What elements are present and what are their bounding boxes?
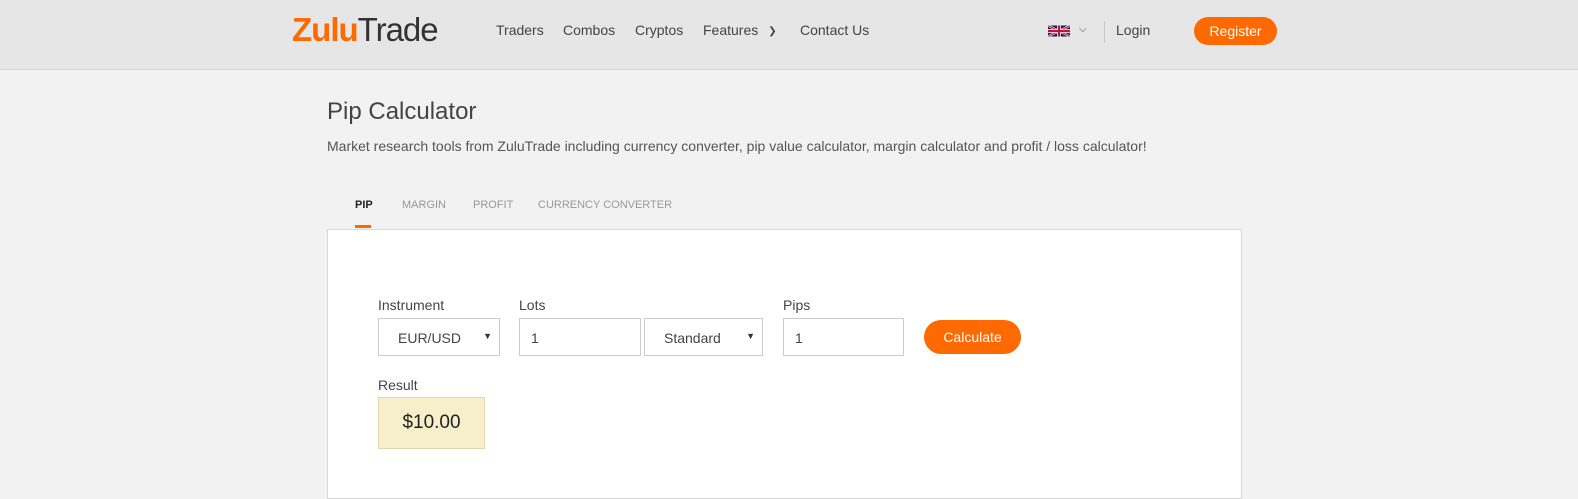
chevron-down-icon: ❯ [768,26,777,37]
lots-label: Lots [519,297,546,313]
lots-value: 1 [531,330,539,346]
logo-trade: Trade [357,11,439,48]
nav-combos[interactable]: Combos [563,22,615,42]
tab-pip[interactable]: PIP [355,199,373,211]
logo-zulu: Zulu [292,11,359,48]
page-title: Pip Calculator [327,98,477,125]
lot-type-value: Standard [664,330,721,346]
tab-profit[interactable]: PROFIT [473,199,513,211]
instrument-value: EUR/USD [398,330,462,346]
calculate-button[interactable]: Calculate [924,320,1021,354]
page-subtitle: Market research tools from ZuluTrade inc… [327,138,1147,154]
nav-cryptos[interactable]: Cryptos [635,22,683,42]
header-divider [1104,21,1105,43]
lot-type-select[interactable]: Standard ▼ [644,318,763,356]
site-header: ZuluTrade Traders Combos Cryptos Feature… [0,0,1578,70]
pips-label: Pips [783,297,811,313]
nav-traders[interactable]: Traders [496,22,544,42]
caret-down-icon: ▼ [746,331,755,341]
lots-input[interactable]: 1 [519,318,641,356]
result-value: $10.00 [378,397,485,449]
calculator-panel [327,229,1242,499]
result-label: Result [378,377,418,393]
tab-margin[interactable]: MARGIN [402,199,446,211]
tab-currency-converter[interactable]: CURRENCY CONVERTER [538,199,672,211]
nav-features-label: Features [703,22,759,38]
language-chevron-down-icon[interactable]: ⌵ [1079,24,1087,35]
instrument-label: Instrument [378,297,445,313]
caret-down-icon: ▼ [483,331,492,341]
active-tab-indicator [355,225,371,228]
zulutrade-logo[interactable]: ZuluTrade [292,11,439,48]
nav-features[interactable]: Features ❯ [703,22,777,42]
register-button[interactable]: Register [1194,17,1277,45]
login-link[interactable]: Login [1116,22,1150,38]
instrument-select[interactable]: EUR/USD ▼ [378,318,500,356]
nav-contact-us[interactable]: Contact Us [800,22,869,42]
pips-input[interactable]: 1 [783,318,904,356]
pips-value: 1 [795,330,803,346]
uk-flag-icon[interactable] [1048,24,1070,38]
